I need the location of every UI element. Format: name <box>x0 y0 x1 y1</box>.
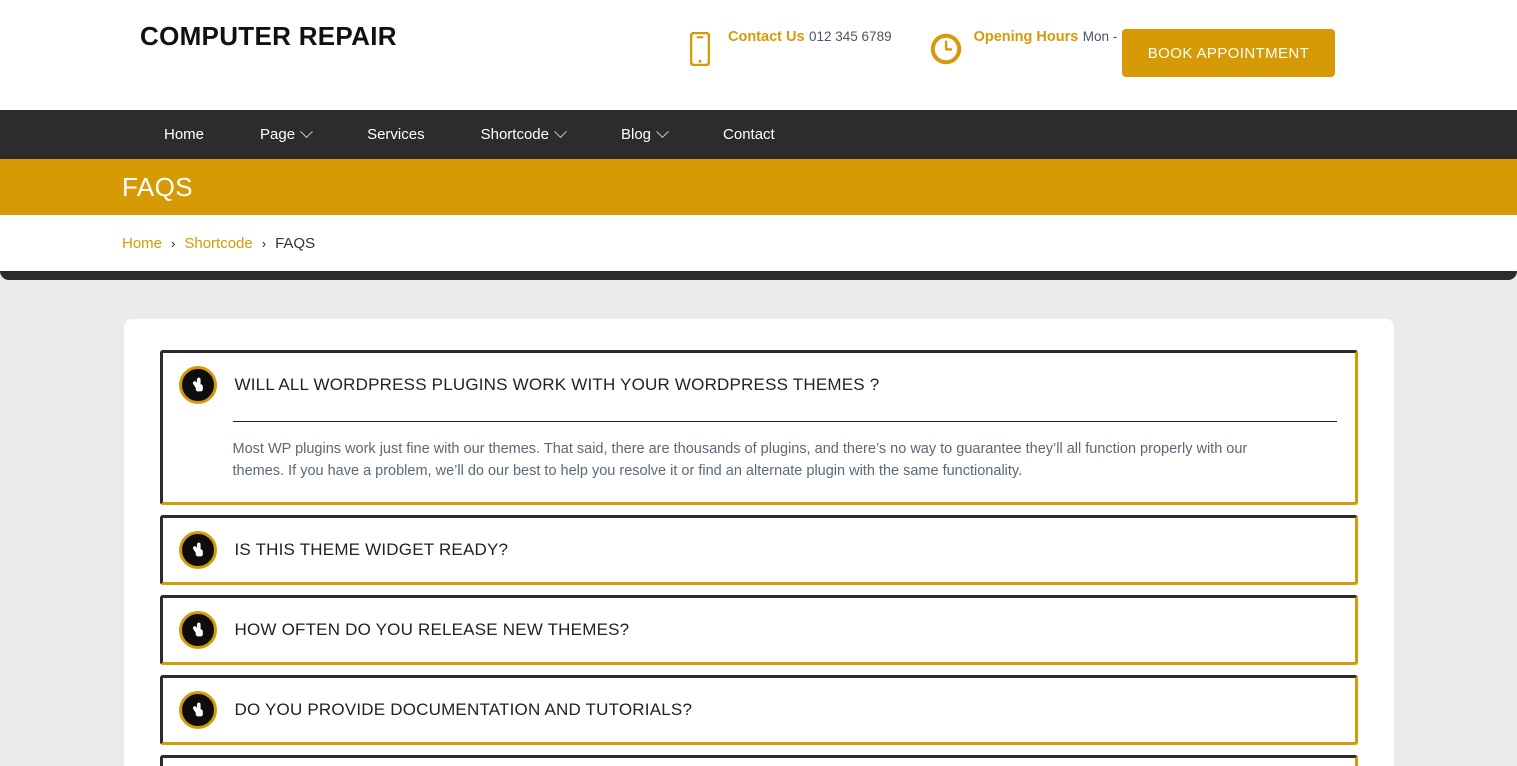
nav-item-shortcode[interactable]: Shortcode <box>453 125 593 143</box>
pointing-hand-icon <box>178 531 217 569</box>
page-title: FAQS <box>122 171 193 202</box>
breadcrumb-item-faqs: FAQS <box>275 234 316 252</box>
clock-icon <box>930 28 962 70</box>
pointing-hand-icon <box>178 366 217 404</box>
pointing-hand-icon <box>178 691 217 729</box>
faq-question-row[interactable]: WILL ALL WORDPRESS PLUGINS WORK WITH YOU… <box>178 366 1337 404</box>
faq-question-text: IS THIS THEME WIDGET READY? <box>234 540 509 559</box>
breadcrumb-bar: Home › Shortcode › FAQS <box>0 215 1517 271</box>
contact-info-block: Contact Us 012 345 6789 <box>684 28 892 70</box>
site-logo[interactable]: COMPUTER REPAIR <box>140 21 397 52</box>
faq-content-card: WILL ALL WORDPRESS PLUGINS WORK WITH YOU… <box>123 319 1394 766</box>
contact-title: Contact Us <box>728 29 805 45</box>
nav-item-label: Page <box>260 126 296 143</box>
faq-item[interactable]: HOW OFTEN DO YOU RELEASE NEW THEMES? <box>159 595 1358 665</box>
nav-item-page[interactable]: Page <box>232 125 339 143</box>
chevron-down-icon[interactable] <box>300 125 313 139</box>
contact-phone-number[interactable]: 012 345 6789 <box>809 29 892 44</box>
breadcrumb-bottom-rule <box>0 271 1517 280</box>
breadcrumb: Home › Shortcode › FAQS <box>122 235 315 252</box>
faq-question-row[interactable]: DO YOU PROVIDE DOCUMENTATION AND TUTORIA… <box>178 691 1337 729</box>
nav-item-blog[interactable]: Blog <box>593 125 695 143</box>
faq-item[interactable] <box>159 755 1358 766</box>
pointing-hand-icon <box>178 611 217 649</box>
faq-divider <box>232 421 1337 422</box>
nav-item-label: Blog <box>620 126 652 143</box>
nav-item-label: Home <box>164 126 205 143</box>
faq-answer-text: Most WP plugins work just fine with our … <box>232 441 1248 479</box>
faq-question-text: HOW OFTEN DO YOU RELEASE NEW THEMES? <box>234 620 630 639</box>
main-content-area: WILL ALL WORDPRESS PLUGINS WORK WITH YOU… <box>0 280 1517 766</box>
nav-item-label: Services <box>367 126 425 143</box>
chevron-down-icon[interactable] <box>656 125 669 139</box>
mobile-phone-icon <box>684 28 716 70</box>
faq-question-text: WILL ALL WORDPRESS PLUGINS WORK WITH YOU… <box>234 375 880 394</box>
breadcrumb-item-shortcode[interactable]: Shortcode <box>184 235 252 252</box>
site-header: COMPUTER REPAIR Contact Us 012 345 6789 <box>0 0 1517 110</box>
chevron-down-icon[interactable] <box>554 125 567 139</box>
faq-accordion-list: WILL ALL WORDPRESS PLUGINS WORK WITH YOU… <box>159 350 1358 766</box>
faq-item[interactable]: WILL ALL WORDPRESS PLUGINS WORK WITH YOU… <box>159 350 1358 505</box>
breadcrumb-item-home[interactable]: Home <box>122 235 162 252</box>
main-navigation: Home Page Services Shortcode Blog Contact <box>0 110 1517 159</box>
nav-item-services[interactable]: Services <box>339 126 453 143</box>
nav-list: Home Page Services Shortcode Blog Contact <box>140 125 803 143</box>
breadcrumb-separator-icon: › <box>171 235 176 251</box>
faq-item[interactable]: IS THIS THEME WIDGET READY? <box>159 515 1358 585</box>
faq-item[interactable]: DO YOU PROVIDE DOCUMENTATION AND TUTORIA… <box>159 675 1358 745</box>
contact-info-text: Contact Us 012 345 6789 <box>728 28 892 46</box>
nav-item-label: Shortcode <box>480 126 549 143</box>
book-appointment-button[interactable]: BOOK APPOINTMENT <box>1122 29 1335 77</box>
breadcrumb-separator-icon: › <box>261 235 267 251</box>
hours-title: Opening Hours <box>973 29 1079 45</box>
nav-item-label: Contact <box>723 126 775 143</box>
faq-question-row[interactable]: HOW OFTEN DO YOU RELEASE NEW THEMES? <box>178 611 1337 649</box>
faq-question-row[interactable]: IS THIS THEME WIDGET READY? <box>178 531 1337 569</box>
faq-question-text: DO YOU PROVIDE DOCUMENTATION AND TUTORIA… <box>234 700 693 719</box>
nav-item-home[interactable]: Home <box>140 126 232 143</box>
page-title-banner: FAQS <box>0 159 1517 215</box>
nav-item-contact[interactable]: Contact <box>695 126 803 143</box>
